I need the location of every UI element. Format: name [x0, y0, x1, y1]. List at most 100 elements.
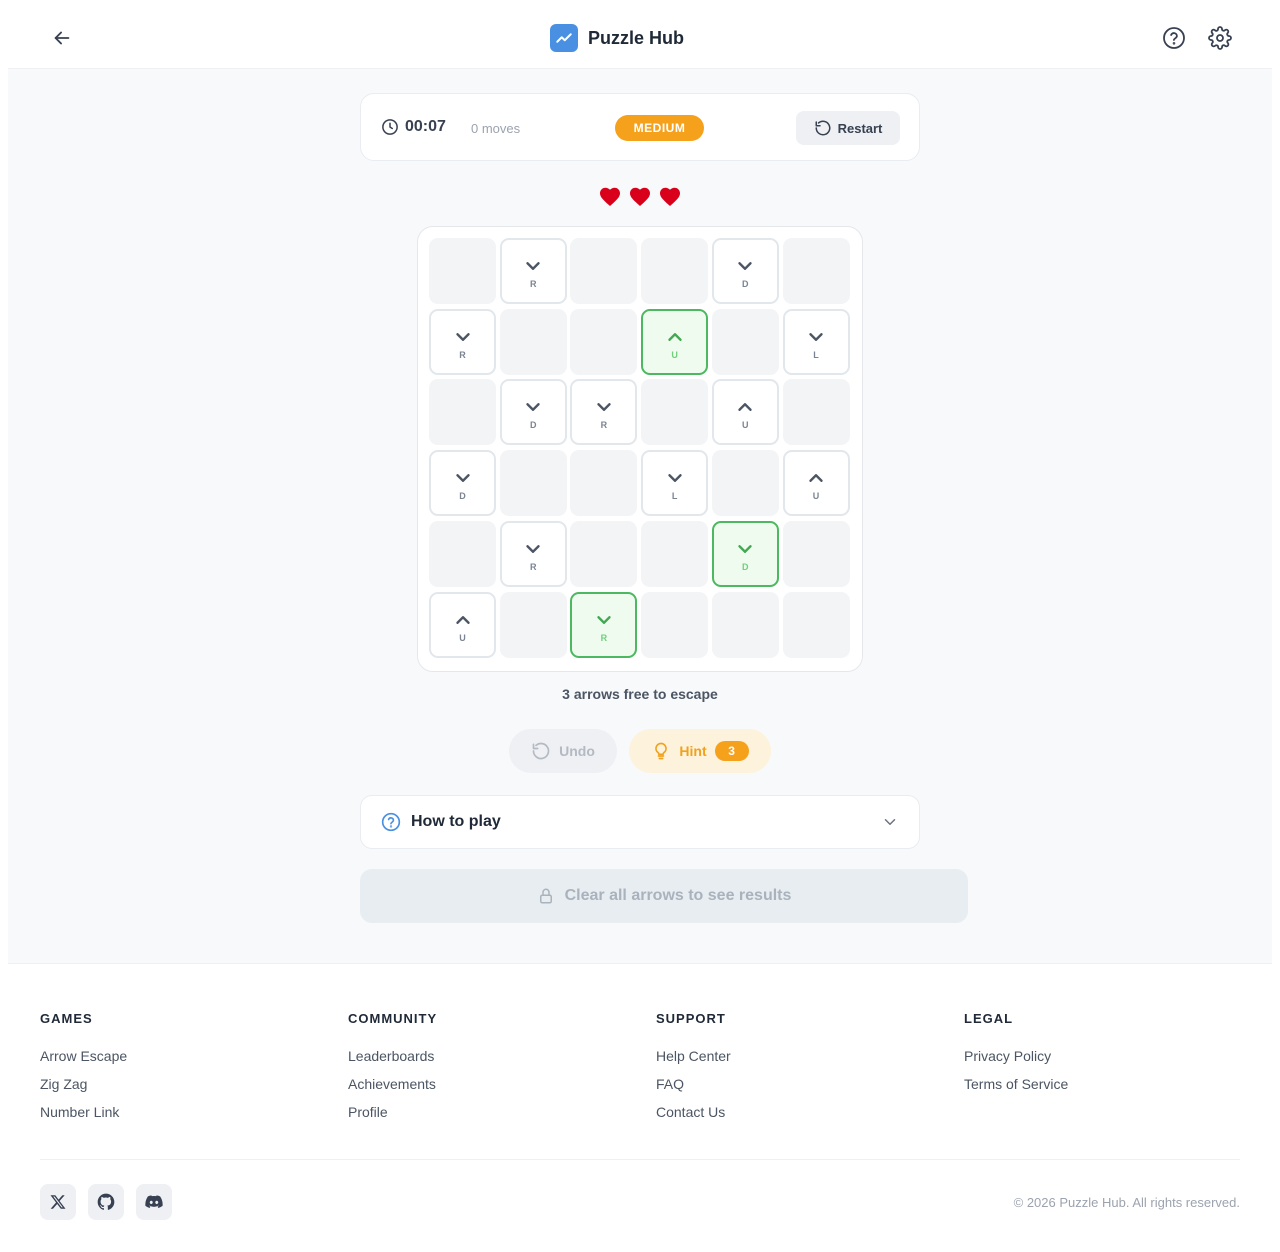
undo-icon — [532, 742, 550, 760]
arrow-direction-label: D — [529, 420, 537, 431]
arrow-tile[interactable]: D — [429, 450, 496, 517]
arrow-direction-label: R — [600, 632, 608, 643]
x-link[interactable] — [40, 1184, 76, 1220]
empty-cell — [570, 520, 638, 587]
arrow-direction-label: U — [742, 420, 749, 431]
see-results-label: Clear all arrows to see results — [564, 887, 792, 904]
game-area: 00:07 0 moves MEDIUM Restart R D R U L D R U D L U… — [8, 69, 1272, 964]
footer-column-community: COMMUNITY Leaderboards Achievements Profile — [348, 1011, 437, 1132]
empty-cell — [499, 450, 567, 517]
hint-label: Hint — [679, 743, 707, 759]
arrow-tile[interactable]: L — [782, 308, 850, 375]
footer-column-games: GAMES Arrow Escape Zig Zag Number Link — [40, 1011, 127, 1132]
footer-link[interactable]: Number Link — [40, 1104, 127, 1120]
gear-icon — [1208, 26, 1232, 50]
arrow-tile[interactable]: L — [641, 450, 709, 517]
empty-cell — [641, 591, 709, 658]
chevron-down-icon — [809, 332, 823, 341]
arrow-tile[interactable]: U — [429, 591, 496, 658]
timer: 00:07 — [381, 118, 446, 136]
arrow-direction-label: R — [529, 279, 537, 289]
empty-cell — [711, 450, 779, 517]
empty-cell — [782, 379, 850, 446]
arrow-direction-label: D — [459, 491, 466, 502]
chevron-down-icon — [597, 615, 611, 624]
how-to-play-accordion[interactable]: How to play — [360, 795, 920, 849]
footer-link[interactable]: Profile — [348, 1104, 437, 1120]
arrow-tile[interactable]: U — [782, 450, 850, 517]
free-arrow-tile[interactable]: R — [570, 591, 638, 658]
empty-cell — [782, 591, 850, 658]
github-icon — [97, 1193, 115, 1210]
empty-cell — [570, 238, 638, 304]
arrow-tile[interactable]: U — [711, 379, 779, 446]
footer-link[interactable]: Contact Us — [656, 1104, 731, 1120]
brand-name: Puzzle Hub — [588, 27, 685, 48]
undo-button[interactable]: Undo — [509, 729, 617, 773]
empty-cell — [782, 520, 850, 587]
settings-button[interactable] — [1202, 20, 1238, 56]
timer-value: 00:07 — [405, 118, 446, 135]
footer-link[interactable]: FAQ — [656, 1076, 731, 1092]
free-arrow-tile[interactable]: U — [641, 308, 709, 375]
restart-button[interactable]: Restart — [796, 111, 900, 145]
footer-column-title: SUPPORT — [656, 1011, 726, 1026]
arrow-tile[interactable]: R — [499, 520, 567, 587]
arrow-direction-label: U — [812, 491, 820, 502]
discord-link[interactable] — [136, 1184, 172, 1220]
arrow-tile[interactable]: R — [570, 379, 638, 446]
chevron-down-icon — [667, 474, 682, 483]
chevron-up-icon — [667, 332, 682, 341]
help-button[interactable] — [1156, 20, 1192, 56]
arrow-left-icon — [54, 31, 70, 45]
arrow-tile[interactable]: R — [499, 238, 567, 304]
chevron-down-icon — [884, 819, 896, 825]
footer-divider — [40, 1159, 1240, 1160]
brand[interactable]: Puzzle Hub — [550, 24, 684, 52]
copyright: © 2026 Puzzle Hub. All rights reserved. — [1013, 1195, 1240, 1210]
footer-column-title: COMMUNITY — [348, 1011, 438, 1026]
arrow-tile[interactable]: R — [429, 308, 496, 375]
free-arrow-tile[interactable]: D — [711, 520, 779, 587]
chevron-down-icon — [526, 544, 540, 553]
how-to-play-title: How to play — [411, 813, 501, 830]
lightbulb-icon — [655, 742, 668, 760]
footer-link[interactable]: Help Center — [656, 1048, 731, 1064]
footer-link[interactable]: Zig Zag — [40, 1076, 127, 1092]
empty-cell — [499, 308, 567, 375]
top-header: Puzzle Hub — [8, 0, 1272, 69]
footer-link[interactable]: Terms of Service — [964, 1076, 1068, 1092]
empty-cell — [570, 308, 638, 375]
lives — [598, 185, 682, 207]
empty-cell — [429, 520, 496, 587]
footer: GAMES Arrow Escape Zig Zag Number Link COMMU… — [0, 965, 1280, 1252]
hint-button[interactable]: Hint 3 — [629, 729, 771, 773]
discord-icon — [145, 1195, 163, 1208]
restart-icon — [815, 120, 831, 136]
empty-cell — [429, 379, 496, 446]
help-circle-icon — [1163, 27, 1185, 49]
x-icon — [50, 1195, 66, 1209]
arrow-direction-label: U — [459, 632, 466, 643]
arrow-direction-label: L — [813, 349, 819, 360]
hint-count-badge: 3 — [714, 741, 749, 761]
difficulty-badge: MEDIUM — [615, 115, 704, 141]
arrow-direction-label: U — [671, 349, 678, 360]
restart-label: Restart — [837, 120, 883, 136]
lock-icon — [539, 888, 552, 904]
chevron-up-icon — [809, 474, 823, 483]
footer-link[interactable]: Privacy Policy — [964, 1048, 1068, 1064]
back-button[interactable] — [44, 20, 80, 56]
undo-label: Undo — [559, 743, 595, 759]
arrow-direction-label: D — [742, 561, 749, 572]
footer-link[interactable]: Arrow Escape — [40, 1048, 127, 1064]
footer-link[interactable]: Achievements — [348, 1076, 437, 1092]
arrow-tile[interactable]: D — [499, 379, 567, 446]
github-link[interactable] — [88, 1184, 124, 1220]
arrow-tile[interactable]: D — [711, 238, 779, 304]
free-arrows-status: 3 arrows free to escape — [562, 686, 718, 702]
footer-link[interactable]: Leaderboards — [348, 1048, 437, 1064]
see-results-button[interactable]: Clear all arrows to see results — [360, 869, 968, 923]
status-card: 00:07 0 moves MEDIUM Restart — [360, 93, 920, 161]
heart-icon — [660, 187, 680, 206]
